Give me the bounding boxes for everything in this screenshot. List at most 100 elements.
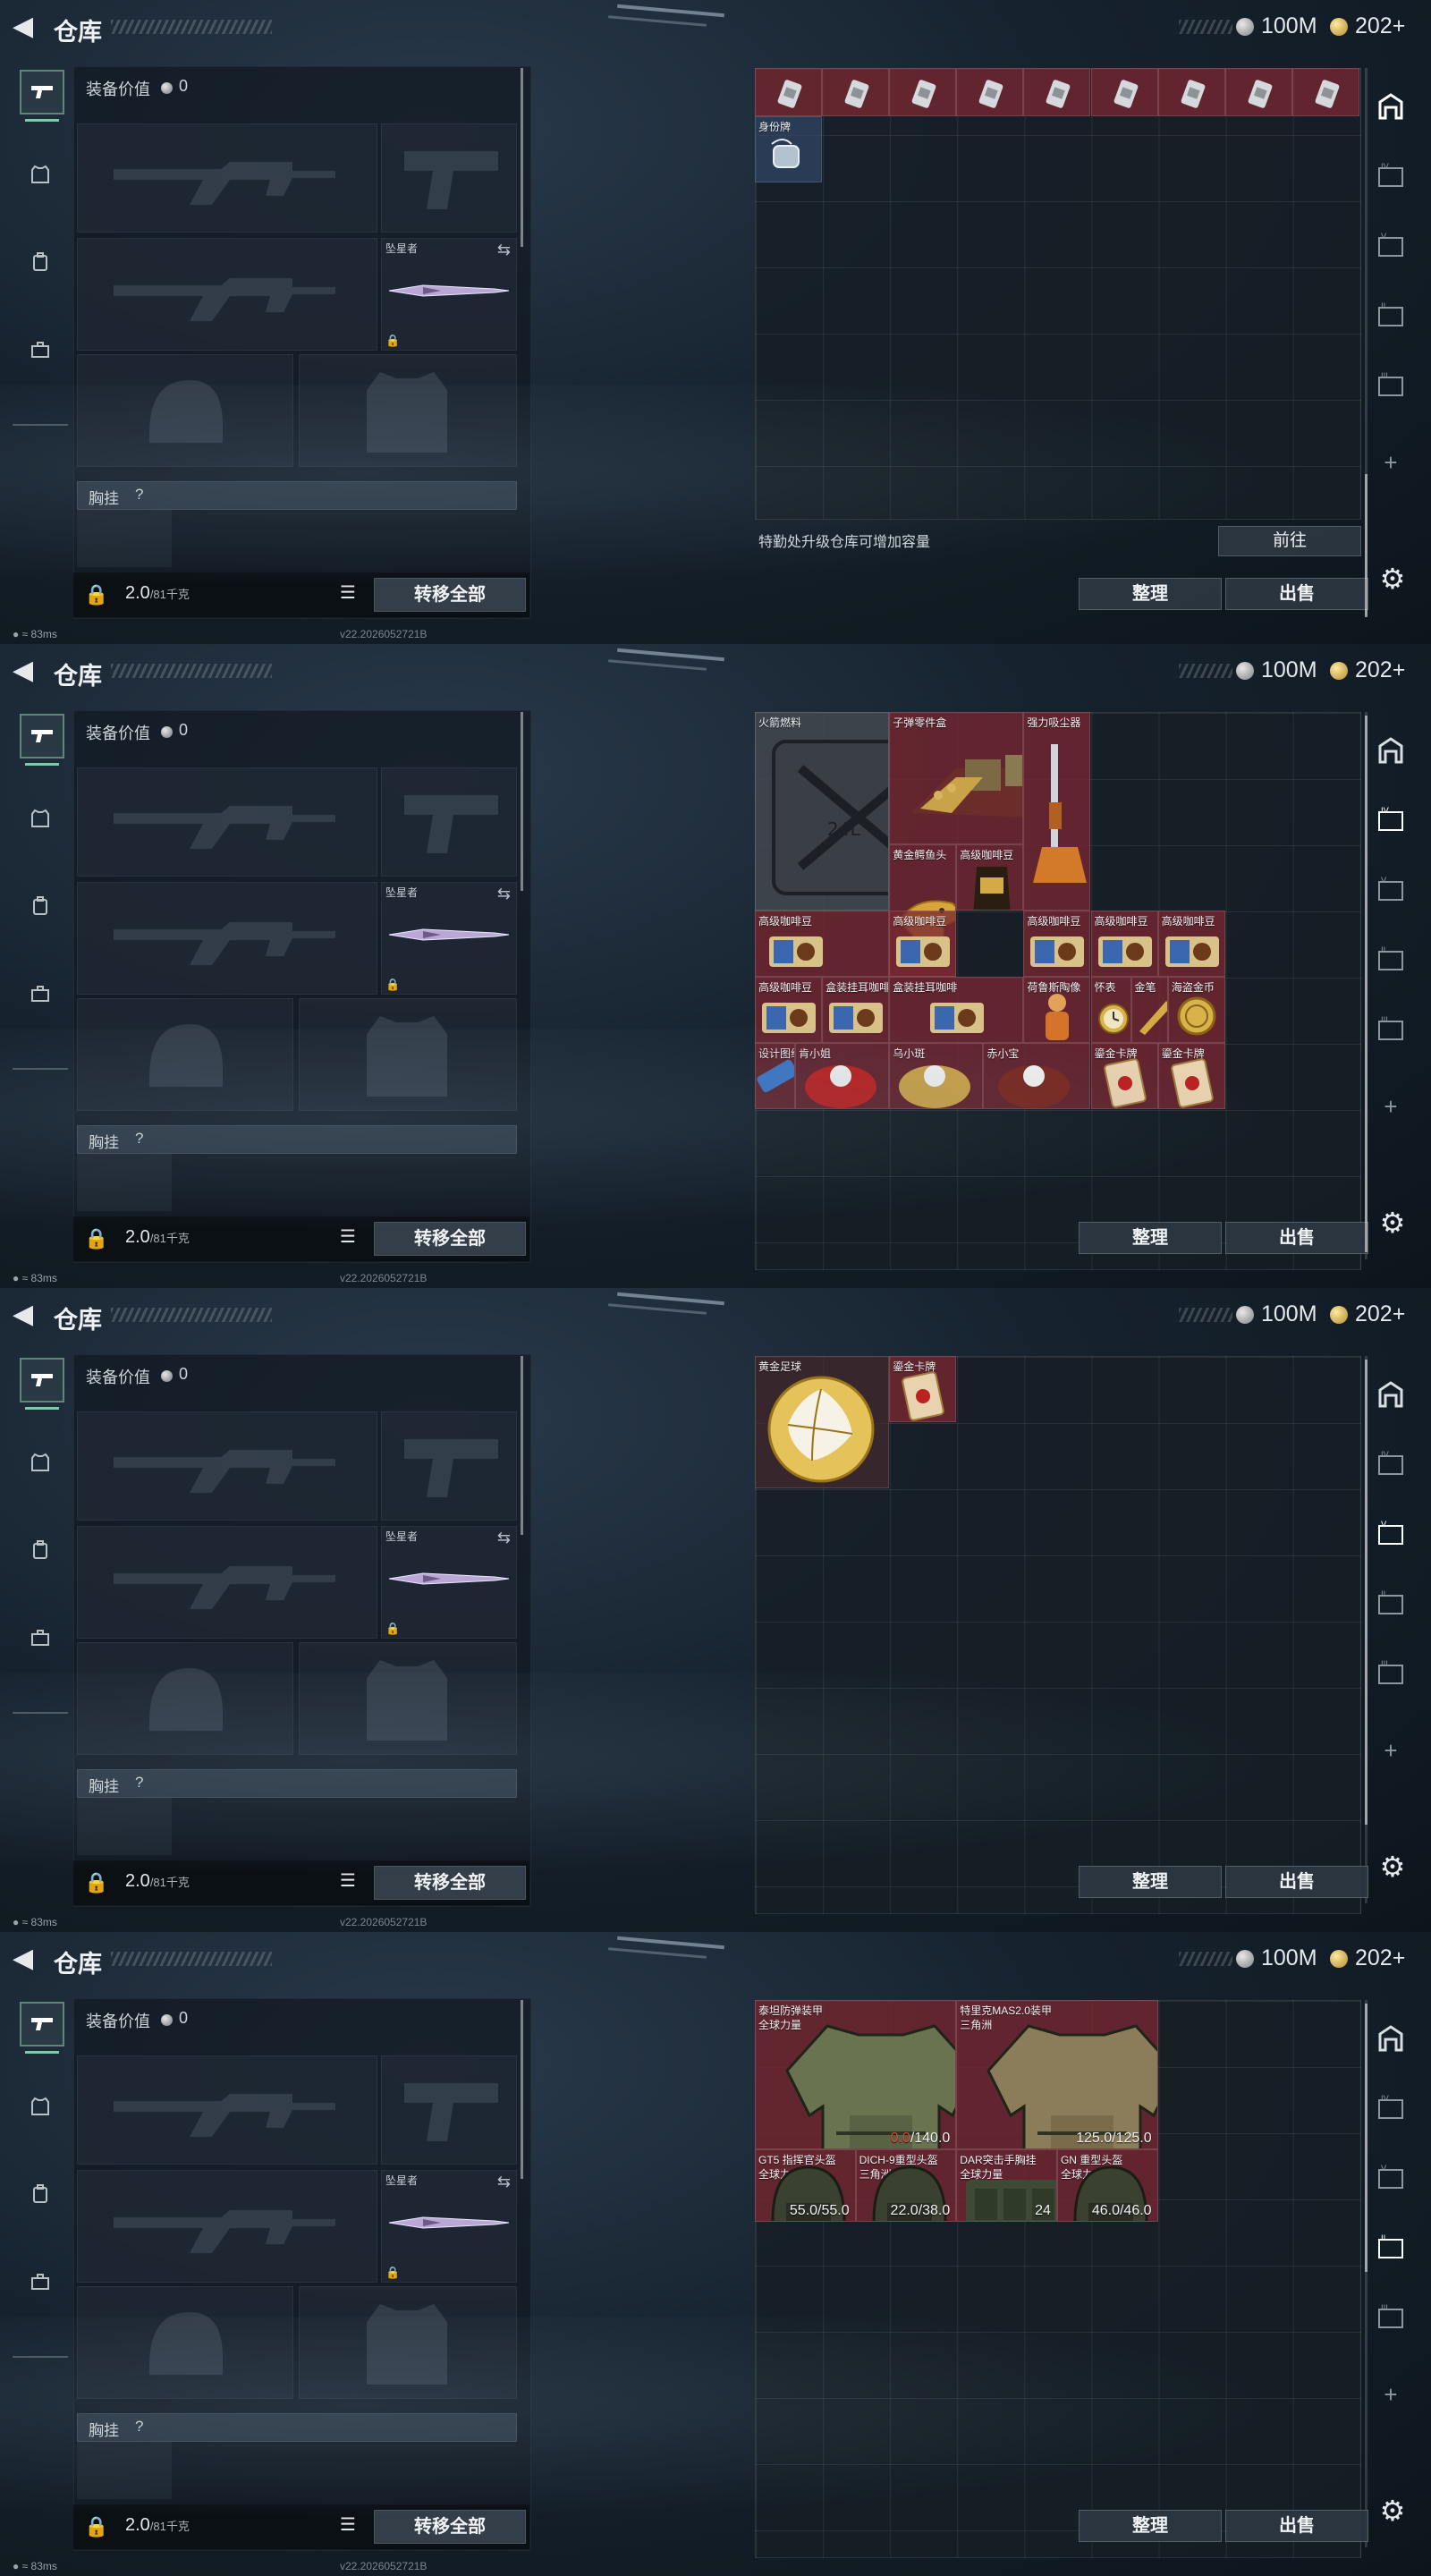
titan-armor-item[interactable]: 泰坦防弹装甲 全球力量 0.0/140.0 xyxy=(755,2000,957,2149)
storage-tab-4[interactable]: II xyxy=(1370,939,1411,980)
helmet-slot[interactable] xyxy=(77,1642,293,1755)
chest-rig-slot[interactable]: 胸挂 ? xyxy=(77,1125,517,1154)
tab-case[interactable] xyxy=(20,973,61,1014)
swap-icon[interactable]: ⇆ xyxy=(497,241,511,259)
gold-currency-amount[interactable]: 202+ xyxy=(1355,657,1405,683)
black-figure-item[interactable]: 乌小斑 xyxy=(889,1043,984,1109)
list-icon[interactable]: ☰ xyxy=(340,2513,361,2535)
ammo-parts-box-item[interactable]: 子弹零件盒 xyxy=(889,712,1024,844)
storage-tab-1[interactable] xyxy=(1370,2018,1411,2059)
coffee-item[interactable]: 盒装挂耳咖啡 xyxy=(822,977,890,1043)
gilded-card-item[interactable]: 鎏金卡牌 xyxy=(1090,1043,1158,1109)
tab-backpack[interactable] xyxy=(20,886,61,927)
ken-figure-item[interactable]: 肯小姐 xyxy=(795,1043,890,1109)
mas-armor-item[interactable]: 特里克MAS2.0装甲 三角洲 125.0/125.0 xyxy=(956,2000,1158,2149)
key-item[interactable] xyxy=(755,68,823,116)
dogtag-item[interactable]: 身份牌 xyxy=(755,116,823,182)
coffee-item[interactable]: 高级咖啡豆 xyxy=(1157,911,1225,977)
chest-rig-slot[interactable]: 胸挂 ? xyxy=(77,481,517,510)
gold-currency-amount[interactable]: 202+ xyxy=(1355,13,1405,39)
gilded-card-item[interactable]: 鎏金卡牌 xyxy=(1157,1043,1225,1109)
settings-gear-icon[interactable]: ⚙ xyxy=(1376,1850,1410,1884)
add-storage-icon[interactable]: + xyxy=(1370,2374,1411,2415)
add-storage-icon[interactable]: + xyxy=(1370,442,1411,483)
storage-tab-5[interactable]: III xyxy=(1370,1009,1411,1050)
storage-grid[interactable] xyxy=(755,68,1361,520)
equipment-scrollbar[interactable] xyxy=(521,1356,523,1535)
key-item[interactable] xyxy=(1157,68,1225,116)
primary-weapon-slot[interactable] xyxy=(77,123,377,233)
storage-tab-2[interactable]: IV xyxy=(1370,156,1411,197)
pocket-watch-item[interactable]: 怀表 xyxy=(1090,977,1131,1043)
back-arrow-icon[interactable]: ◀ xyxy=(13,657,38,684)
coffee-item[interactable]: 高级咖啡豆 xyxy=(1023,911,1091,977)
sort-button[interactable]: 整理 xyxy=(1079,2510,1222,2542)
tab-armor[interactable] xyxy=(20,798,61,839)
storage-scrollbar-thumb[interactable] xyxy=(1365,2004,1367,2272)
melee-slot[interactable]: 坠星者 ⇆ 🔒 xyxy=(381,1526,517,1639)
body-armor-slot[interactable] xyxy=(299,354,517,467)
equipment-scrollbar[interactable] xyxy=(521,712,523,891)
pistol-slot[interactable] xyxy=(381,767,517,877)
add-storage-icon[interactable]: + xyxy=(1370,1730,1411,1771)
secondary-weapon-slot[interactable] xyxy=(77,1526,377,1639)
melee-slot[interactable]: 坠星者 ⇆ 🔒 xyxy=(381,2170,517,2283)
tab-weapon[interactable] xyxy=(20,714,64,766)
melee-slot[interactable]: 坠星者 ⇆ 🔒 xyxy=(381,882,517,995)
storage-tab-4[interactable]: II xyxy=(1370,1583,1411,1624)
sell-button[interactable]: 出售 xyxy=(1225,2510,1368,2542)
storage-tab-3[interactable]: V xyxy=(1370,2157,1411,2199)
gold-currency-amount[interactable]: 202+ xyxy=(1355,1945,1405,1971)
coffee-item[interactable]: 高级咖啡豆 xyxy=(889,911,957,977)
add-storage-icon[interactable]: + xyxy=(1370,1086,1411,1127)
gold-pen-item[interactable]: 金笔 xyxy=(1130,977,1168,1043)
tab-armor[interactable] xyxy=(20,154,61,195)
storage-scrollbar-thumb[interactable] xyxy=(1365,474,1367,617)
primary-weapon-slot[interactable] xyxy=(77,1411,377,1521)
settings-gear-icon[interactable]: ⚙ xyxy=(1376,1206,1410,1240)
horus-item[interactable]: 荷鲁斯陶像 xyxy=(1023,977,1091,1043)
helmet-slot[interactable] xyxy=(77,2286,293,2399)
chest-rig-help[interactable]: ? xyxy=(135,1130,143,1148)
list-icon[interactable]: ☰ xyxy=(340,1869,361,1891)
transfer-all-button[interactable]: 转移全部 xyxy=(374,2510,526,2544)
fuel-can-item[interactable]: 火箭燃料 24L xyxy=(755,712,890,911)
swap-icon[interactable]: ⇆ xyxy=(497,885,511,903)
tab-weapon[interactable] xyxy=(20,1358,64,1410)
storage-tab-1[interactable] xyxy=(1370,1374,1411,1415)
storage-tab-3[interactable]: V xyxy=(1370,225,1411,267)
gilded-card-item[interactable]: 鎏金卡牌 xyxy=(889,1356,957,1422)
equipment-scrollbar[interactable] xyxy=(521,2000,523,2179)
goto-button[interactable]: 前往 xyxy=(1218,526,1361,556)
dich-helmet-item[interactable]: DICH-9重型头盔 三角洲 22.0/38.0 xyxy=(855,2148,957,2222)
dar-rig-item[interactable]: DAR突击手胸挂 全球力量 24 xyxy=(956,2148,1057,2222)
swap-icon[interactable]: ⇆ xyxy=(497,2173,511,2191)
transfer-all-button[interactable]: 转移全部 xyxy=(374,1222,526,1256)
key-item[interactable] xyxy=(956,68,1024,116)
tab-backpack[interactable] xyxy=(20,1530,61,1571)
list-icon[interactable]: ☰ xyxy=(340,581,361,603)
storage-tab-5[interactable]: III xyxy=(1370,2297,1411,2338)
primary-weapon-slot[interactable] xyxy=(77,2055,377,2165)
storage-scrollbar-thumb[interactable] xyxy=(1365,716,1367,1252)
helmet-slot[interactable] xyxy=(77,354,293,467)
storage-tab-5[interactable]: III xyxy=(1370,365,1411,406)
secondary-weapon-slot[interactable] xyxy=(77,238,377,351)
equipment-scrollbar[interactable] xyxy=(521,68,523,247)
tab-armor[interactable] xyxy=(20,1442,61,1483)
tab-weapon[interactable] xyxy=(20,2002,64,2054)
chest-rig-help[interactable]: ? xyxy=(135,1774,143,1792)
key-item[interactable] xyxy=(889,68,957,116)
storage-tab-2[interactable]: IV xyxy=(1370,800,1411,841)
storage-tab-2[interactable]: IV xyxy=(1370,2088,1411,2129)
coffee-bag-item[interactable]: 高级咖啡豆 xyxy=(956,844,1024,911)
pistol-slot[interactable] xyxy=(381,123,517,233)
tab-case[interactable] xyxy=(20,1617,61,1658)
helmet-slot[interactable] xyxy=(77,998,293,1111)
sell-button[interactable]: 出售 xyxy=(1225,1866,1368,1898)
sort-button[interactable]: 整理 xyxy=(1079,1222,1222,1254)
pirate-coin-item[interactable]: 海盗金币 xyxy=(1167,977,1225,1043)
red-figure-item[interactable]: 赤小宝 xyxy=(983,1043,1091,1109)
swap-icon[interactable]: ⇆ xyxy=(497,1529,511,1547)
body-armor-slot[interactable] xyxy=(299,2286,517,2399)
